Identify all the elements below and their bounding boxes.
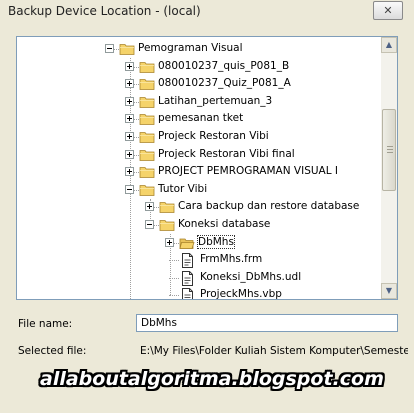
- tree-node[interactable]: Projeck Restoran Vibi: [17, 129, 381, 146]
- tree-node-label: Cara backup dan restore database: [178, 200, 360, 213]
- tree-node-label: Koneksi database: [178, 218, 271, 230]
- thumb-grip: [387, 152, 393, 153]
- dialog-window: Backup Device Location - (local) ✕ Pemog…: [0, 0, 414, 413]
- tree-connector: [169, 295, 179, 297]
- scroll-down-arrow-icon[interactable]: ▼: [381, 283, 397, 299]
- scrollbar-thumb[interactable]: [382, 109, 396, 191]
- file-name-input[interactable]: [136, 314, 398, 332]
- tree-node[interactable]: Pemograman Visual: [17, 41, 381, 58]
- tree-node-label: DbMhs: [197, 234, 235, 249]
- expand-plus-icon[interactable]: [125, 132, 134, 141]
- file-name-label: File name:: [18, 318, 73, 330]
- tree-node[interactable]: ProjeckMhs.vbp: [17, 287, 381, 299]
- tree-node[interactable]: 080010237_Quiz_P081_A: [17, 76, 381, 93]
- selected-file-path: E:\My Files\Folder Kuliah Sistem Kompute…: [140, 345, 408, 357]
- tree-connector: [169, 277, 179, 279]
- title-bar: Backup Device Location - (local) ✕: [0, 0, 414, 24]
- collapse-minus-icon[interactable]: [105, 44, 114, 53]
- tree-node-label: Latihan_pertemuan_3: [158, 94, 273, 107]
- tree-node[interactable]: Projeck Restoran Vibi final: [17, 147, 381, 164]
- folder-icon: [139, 112, 155, 126]
- tree-node[interactable]: FrmMhs.frm: [17, 252, 381, 269]
- folder-icon: [119, 42, 135, 56]
- folder-icon: [139, 165, 155, 179]
- folder-icon: [139, 95, 155, 109]
- collapse-minus-icon[interactable]: [125, 184, 134, 194]
- tree-node-label: Projeck Restoran Vibi final: [158, 147, 295, 160]
- tree-node[interactable]: DbMhs: [17, 234, 381, 252]
- thumb-grip: [387, 149, 393, 150]
- tree-node[interactable]: Koneksi database: [17, 217, 381, 234]
- expand-plus-icon[interactable]: [165, 237, 174, 247]
- scroll-up-arrow-icon[interactable]: ▲: [381, 37, 397, 53]
- tree-node-label: Projeck Restoran Vibi: [158, 130, 269, 142]
- blog-watermark: allaboutalgoritma.blogspot.com: [40, 368, 384, 390]
- expand-plus-icon[interactable]: [125, 149, 134, 159]
- tree-connector: [169, 260, 179, 262]
- tree-node-label: PROJECT PEMROGRAMAN VISUAL I: [158, 165, 339, 178]
- tree-node[interactable]: Cara backup dan restore database: [17, 199, 381, 216]
- folder-tree-view[interactable]: Pemograman Visual 080010237_quis_P081_B 08…: [16, 36, 398, 300]
- tree-node[interactable]: pemesanan tket: [17, 111, 381, 128]
- expand-plus-icon[interactable]: [125, 114, 134, 124]
- window-title: Backup Device Location - (local): [8, 4, 201, 18]
- folder-icon: [139, 130, 155, 144]
- folder-icon: [159, 218, 175, 232]
- file-icon: [181, 253, 194, 269]
- folder-icon: [159, 200, 175, 214]
- expand-plus-icon[interactable]: [125, 96, 134, 106]
- file-icon: [181, 270, 194, 286]
- expand-plus-icon[interactable]: [145, 202, 154, 212]
- expand-plus-icon[interactable]: [125, 167, 134, 177]
- tree-node[interactable]: Koneksi_DbMhs.udl: [17, 270, 381, 287]
- folder-tree: Pemograman Visual 080010237_quis_P081_B 08…: [17, 37, 381, 299]
- tree-node-label: Tutor Vibi: [158, 182, 208, 195]
- tree-node-label: 080010237_Quiz_P081_A: [158, 77, 291, 90]
- tree-node-label: pemesanan tket: [158, 112, 244, 125]
- folder-open-icon: [179, 236, 195, 250]
- tree-node-label: ProjeckMhs.vbp: [200, 288, 282, 299]
- tree-node-label: FrmMhs.frm: [200, 253, 263, 266]
- close-button[interactable]: ✕: [373, 1, 403, 20]
- expand-plus-icon[interactable]: [125, 79, 134, 89]
- selected-file-label: Selected file:: [18, 345, 87, 357]
- folder-icon: [139, 183, 155, 197]
- tree-node[interactable]: Tutor Vibi: [17, 182, 381, 199]
- tree-node[interactable]: Latihan_pertemuan_3: [17, 94, 381, 111]
- tree-node[interactable]: 080010237_quis_P081_B: [17, 59, 381, 76]
- tree-node-label: 080010237_quis_P081_B: [158, 59, 290, 72]
- expand-plus-icon[interactable]: [125, 61, 134, 71]
- folder-icon: [139, 148, 155, 162]
- thumb-grip: [387, 146, 393, 147]
- vertical-scrollbar[interactable]: ▲ ▼: [381, 37, 397, 299]
- folder-icon: [139, 77, 155, 91]
- tree-node-label: Pemograman Visual: [138, 42, 243, 54]
- tree-node-label: Koneksi_DbMhs.udl: [200, 270, 302, 283]
- folder-icon: [139, 60, 155, 74]
- file-icon: [181, 288, 194, 299]
- tree-node[interactable]: PROJECT PEMROGRAMAN VISUAL I: [17, 164, 381, 181]
- collapse-minus-icon[interactable]: [145, 220, 154, 229]
